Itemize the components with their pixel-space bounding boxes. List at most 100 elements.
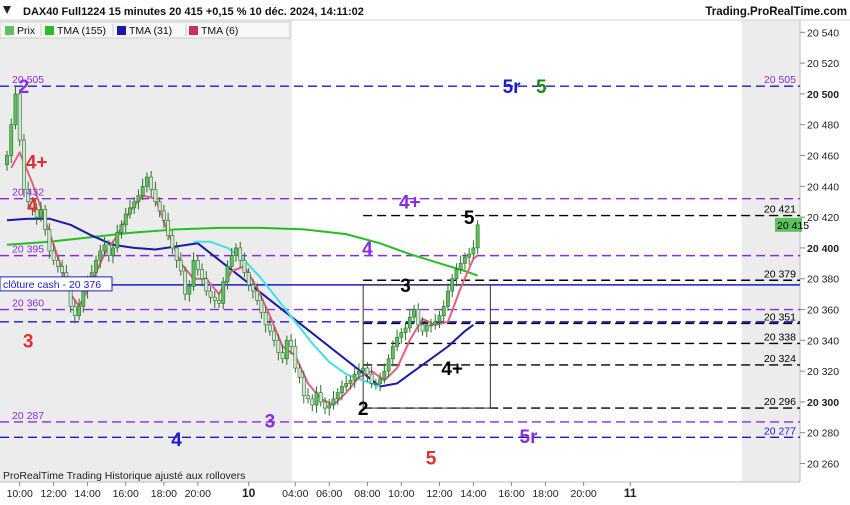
candle bbox=[475, 224, 480, 249]
candle bbox=[314, 392, 319, 406]
candle bbox=[361, 367, 366, 372]
y-tick-label: 20 360 bbox=[807, 305, 839, 317]
brand-label: Trading.ProRealTime.com bbox=[705, 6, 847, 18]
y-tick-label: 20 480 bbox=[807, 120, 839, 132]
chart-title: DAX40 Full1224 15 minutes 20 415 +0,15 %… bbox=[23, 6, 364, 18]
wave-label: 5 bbox=[464, 208, 475, 229]
x-tick-label: 06:00 bbox=[316, 488, 342, 500]
candle bbox=[136, 195, 141, 203]
candle bbox=[178, 259, 183, 272]
legend-label-tma-31: TMA (31) bbox=[129, 25, 172, 37]
wave-label: 3 bbox=[23, 331, 34, 352]
candle bbox=[327, 404, 332, 409]
wave-label: 4 bbox=[362, 239, 373, 260]
cash-close-text: clôture cash - 20 376 bbox=[3, 279, 101, 291]
candle bbox=[55, 259, 60, 267]
next-session-shading bbox=[742, 20, 800, 482]
candle bbox=[407, 316, 412, 329]
candle bbox=[403, 327, 408, 333]
wave-label: 5 bbox=[536, 77, 547, 98]
candle bbox=[340, 386, 344, 393]
candle bbox=[72, 306, 77, 316]
price-label-left: 20 287 bbox=[12, 410, 44, 422]
y-tick-label: 20 540 bbox=[807, 27, 839, 39]
candle bbox=[106, 244, 111, 256]
candle bbox=[441, 306, 446, 316]
y-tick-label: 20 500 bbox=[807, 89, 839, 101]
candle bbox=[153, 189, 158, 203]
candle bbox=[357, 370, 361, 375]
price-label-left: 20 432 bbox=[12, 187, 44, 199]
candle bbox=[47, 229, 52, 252]
candle bbox=[399, 332, 404, 338]
price-label-right: 20 421 bbox=[764, 204, 796, 216]
candle bbox=[149, 176, 154, 190]
candle bbox=[98, 250, 103, 261]
x-tick-label: 04:00 bbox=[282, 488, 308, 500]
y-tick-label: 20 280 bbox=[807, 428, 839, 440]
candle bbox=[306, 395, 310, 400]
candle bbox=[471, 247, 476, 255]
price-label-right: 20 277 bbox=[764, 425, 796, 437]
candle bbox=[132, 201, 137, 209]
y-tick-label: 20 460 bbox=[807, 151, 839, 163]
price-label-right: 20 338 bbox=[764, 331, 796, 343]
x-tick-label: 18:00 bbox=[151, 488, 177, 500]
candle bbox=[373, 383, 378, 385]
x-tick-label: 16:00 bbox=[498, 488, 524, 500]
candle bbox=[229, 255, 234, 267]
candle bbox=[424, 324, 429, 332]
wave-label: 2 bbox=[358, 399, 369, 420]
candle bbox=[463, 256, 467, 264]
candle bbox=[166, 219, 171, 236]
price-label-left: 20 395 bbox=[12, 244, 44, 256]
candle bbox=[297, 367, 302, 378]
wave-label: 3 bbox=[265, 411, 276, 432]
candle bbox=[467, 253, 472, 258]
candle bbox=[335, 392, 340, 400]
candle bbox=[102, 244, 107, 252]
legend-swatch-tma-155 bbox=[45, 26, 54, 35]
wave-label: 4+ bbox=[26, 153, 48, 174]
wave-label: 5r bbox=[503, 77, 522, 98]
candle bbox=[5, 155, 9, 166]
candle bbox=[39, 209, 43, 218]
y-tick-label: 20 380 bbox=[807, 274, 839, 286]
candle bbox=[128, 207, 132, 215]
candle bbox=[157, 201, 162, 212]
candle bbox=[276, 340, 281, 353]
candle bbox=[174, 247, 179, 261]
cash-close-label: clôture cash - 20 376 bbox=[0, 276, 113, 292]
current-price-badge: 20 415 bbox=[775, 217, 809, 232]
candle bbox=[183, 270, 187, 295]
footer-note: ProRealTime Trading Historique ajusté au… bbox=[3, 470, 245, 482]
x-tick-label: 14:00 bbox=[460, 488, 486, 500]
price-label-right: 20 296 bbox=[764, 396, 796, 408]
wave-label: 5 bbox=[426, 448, 437, 469]
candle bbox=[284, 340, 289, 360]
x-tick-label: 12:00 bbox=[426, 488, 452, 500]
candle bbox=[344, 383, 349, 387]
candle bbox=[246, 272, 251, 286]
price-label-right: 20 505 bbox=[764, 74, 796, 86]
candle bbox=[348, 380, 353, 384]
candle bbox=[204, 278, 209, 292]
candle bbox=[412, 309, 416, 318]
candle bbox=[208, 290, 213, 298]
current-price-text: 20 415 bbox=[777, 220, 809, 232]
candle bbox=[43, 209, 48, 230]
candle bbox=[77, 306, 81, 316]
y-tick-label: 20 300 bbox=[807, 397, 839, 409]
x-tick-label: 20:00 bbox=[185, 488, 211, 500]
candle bbox=[352, 373, 357, 381]
candle bbox=[416, 309, 421, 326]
candle bbox=[251, 284, 255, 292]
candle bbox=[115, 232, 120, 249]
candle bbox=[378, 378, 383, 384]
candle bbox=[94, 259, 98, 273]
y-tick-label: 20 520 bbox=[807, 58, 839, 70]
candle bbox=[272, 330, 277, 341]
candle bbox=[450, 278, 455, 292]
legend-swatch-prix bbox=[5, 26, 14, 35]
candle bbox=[51, 250, 56, 261]
